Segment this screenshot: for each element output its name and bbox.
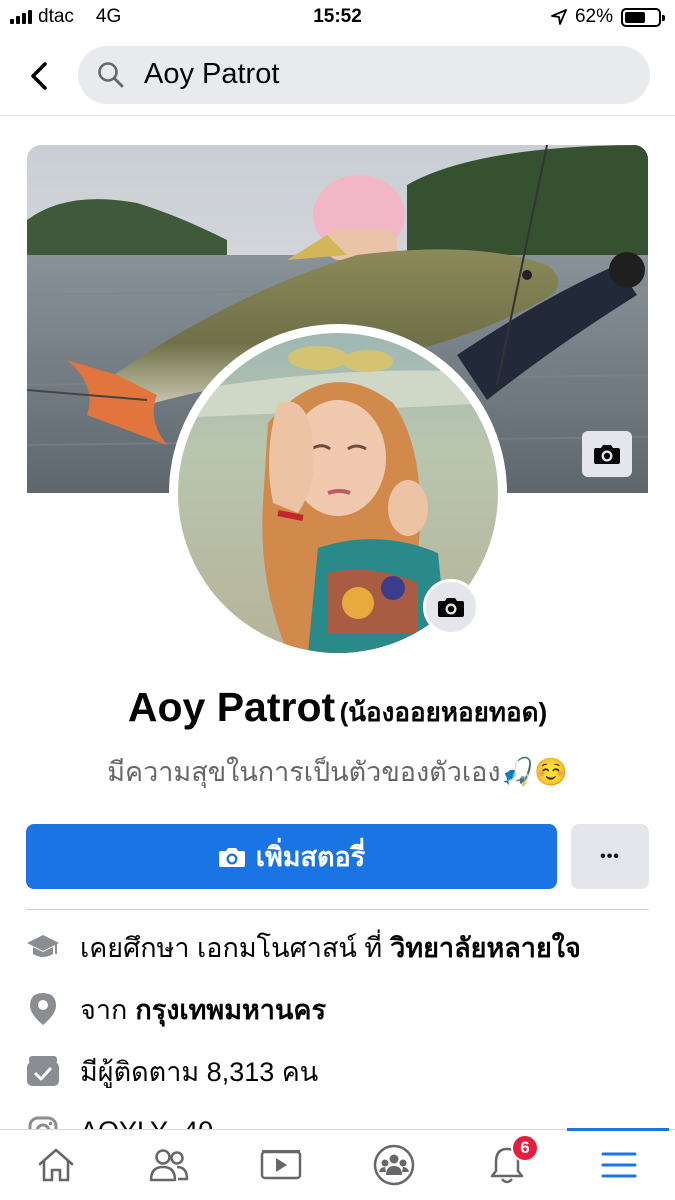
tab-groups[interactable]: [364, 1140, 424, 1190]
video-icon: [260, 1150, 302, 1180]
divider: [26, 909, 649, 910]
followers-text: มีผู้ติดตาม 8,313 คน: [80, 1056, 319, 1087]
profile-name: Aoy Patrot (น้องออยหอยทอด): [0, 684, 675, 733]
detail-location: จาก กรุงเทพมหานคร: [26, 984, 666, 1034]
detail-followers: มีผู้ติดตาม 8,313 คน: [26, 1046, 666, 1096]
menu-icon: [601, 1152, 637, 1178]
search-input[interactable]: Aoy Patrot: [78, 46, 650, 104]
tab-friends[interactable]: [139, 1140, 199, 1190]
status-bar: dtac 4G 15:52 62%: [0, 0, 675, 36]
header: Aoy Patrot: [0, 36, 675, 116]
camera-icon: [594, 445, 620, 464]
active-tab-indicator: [567, 1128, 669, 1131]
education-text: เคยศึกษา เอกมโนศาสน์ ที่: [80, 932, 383, 963]
notification-badge: 6: [511, 1134, 539, 1162]
followers-icon: [26, 1054, 60, 1088]
groups-icon: [373, 1144, 415, 1186]
home-icon: [38, 1148, 74, 1182]
more-options-button[interactable]: •••: [571, 824, 649, 889]
location-pin-icon: [26, 992, 60, 1026]
camera-icon: [438, 598, 464, 617]
location-arrow-icon: [551, 9, 567, 25]
tab-watch[interactable]: [251, 1140, 311, 1190]
location-prefix: จาก: [80, 994, 128, 1025]
tab-home[interactable]: [26, 1140, 86, 1190]
battery-icon: [621, 7, 665, 27]
add-story-label: เพิ่มสตอรี่: [255, 842, 366, 872]
graduation-cap-icon: [26, 930, 60, 964]
location-city-link[interactable]: กรุงเทพมหานคร: [135, 988, 326, 1031]
tab-notifications[interactable]: 6: [477, 1134, 539, 1190]
battery-percent: 62%: [574, 6, 613, 27]
more-icon: •••: [600, 847, 620, 865]
back-button[interactable]: [22, 56, 56, 96]
profile-name-alternate: (น้องออยหอยทอด): [339, 697, 548, 727]
edit-cover-button[interactable]: [582, 431, 632, 477]
profile-bio: มีความสุขในการเป็นตัวของตัวเอง🎣☺️: [107, 757, 568, 787]
chevron-left-icon: [31, 62, 47, 90]
detail-education: เคยศึกษา เอกมโนศาสน์ ที่ วิทยาลัยหลายใจ: [26, 922, 666, 972]
friends-icon: [149, 1149, 189, 1182]
battery-fill: [625, 11, 645, 23]
add-story-button[interactable]: เพิ่มสตอรี่: [26, 824, 557, 889]
tab-menu[interactable]: [589, 1140, 649, 1190]
search-query: Aoy Patrot: [144, 58, 280, 90]
camera-icon: [218, 847, 245, 867]
search-icon: [98, 62, 124, 88]
bottom-nav: 6: [0, 1128, 675, 1200]
edit-avatar-button[interactable]: [423, 579, 479, 635]
status-right: 62%: [551, 6, 665, 28]
profile-name-main: Aoy Patrot: [127, 684, 336, 730]
education-school-link[interactable]: วิทยาลัยหลายใจ: [390, 926, 581, 969]
